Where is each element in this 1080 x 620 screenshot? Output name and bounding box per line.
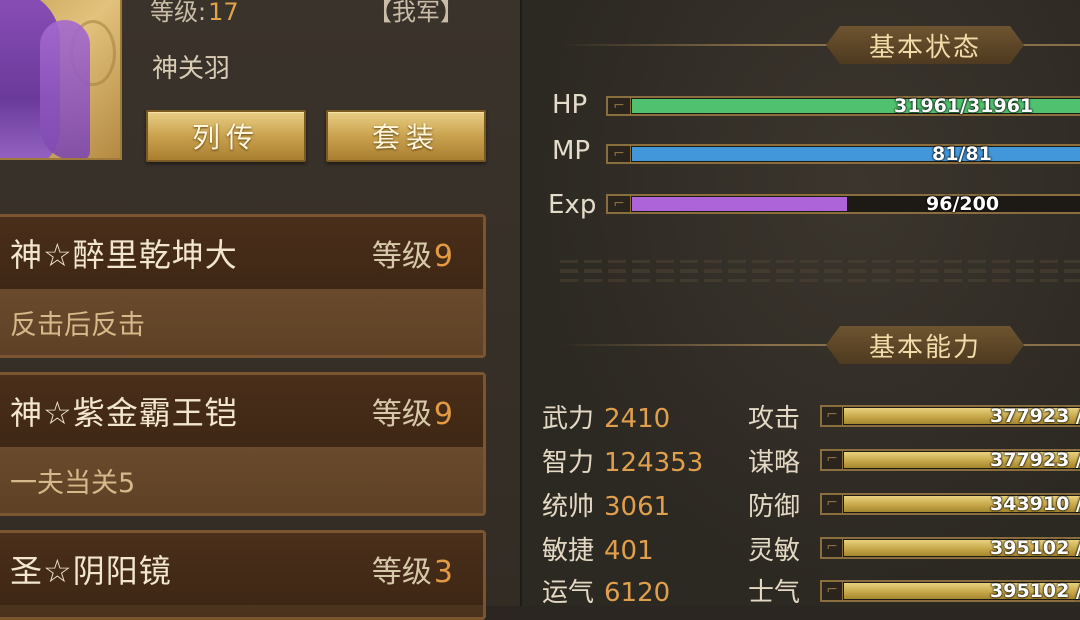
hp-label: HP: [552, 90, 588, 120]
bar-cap-icon: ⌐: [608, 146, 631, 162]
combat-agility-value: 395102 /: [990, 537, 1080, 559]
equipment-effect: 反击后反击: [0, 289, 483, 355]
exp-bar-fill: [632, 197, 847, 211]
hero-panel: 等级:17 【我军】 神关羽 列传 套装 神☆醉里乾坤大 等级9 反击后反击 神…: [0, 0, 520, 620]
hero-level-value: 17: [208, 0, 239, 26]
equipment-card-2[interactable]: 神☆紫金霸王铠 等级9 一夫当关5: [0, 372, 486, 516]
equipment-effect: 一夫当关5: [0, 447, 483, 513]
equipment-name: 圣☆阴阳镜: [10, 552, 172, 590]
portrait-hair-highlight: [40, 20, 90, 158]
meander-divider: [560, 260, 1080, 282]
combat-agility-bar: ⌐ 395102 /: [820, 537, 1080, 559]
attribute-name: 武力: [542, 404, 595, 434]
attribute-name: 智力: [542, 448, 595, 478]
attribute-value: 6120: [604, 578, 671, 608]
hp-value: 31961/31961: [894, 95, 1034, 117]
attribute-intelligence: 智力 124353: [542, 442, 703, 479]
mp-bar: ⌐ 81/81: [606, 143, 1080, 165]
equipment-header: 圣☆阴阳镜 等级3: [0, 533, 483, 605]
exp-value: 96/200: [926, 193, 1000, 215]
exp-label: Exp: [548, 190, 597, 220]
combat-agility-label: 灵敏: [748, 536, 801, 566]
equipment-level-label: 等级: [371, 397, 432, 432]
hero-faction: 【我军】: [368, 0, 464, 26]
attribute-value: 124353: [604, 448, 704, 478]
basic-ability-title: 基本能力: [826, 326, 1024, 364]
biography-button[interactable]: 列传: [146, 110, 306, 162]
attribute-value: 401: [604, 536, 654, 566]
attribute-name: 敏捷: [542, 536, 595, 566]
combat-attack-label: 攻击: [748, 404, 801, 434]
equipment-level: 等级3: [372, 547, 453, 591]
equipment-card-1[interactable]: 神☆醉里乾坤大 等级9 反击后反击: [0, 214, 486, 358]
hero-level-label: 等级:: [150, 0, 207, 26]
bar-cap-icon: ⌐: [822, 582, 843, 600]
attribute-name: 统帅: [542, 492, 595, 522]
equipment-level-label: 等级: [371, 239, 432, 274]
attribute-value: 3061: [604, 492, 671, 522]
combat-strategy-label: 谋略: [748, 448, 801, 478]
bar-cap-icon: ⌐: [822, 451, 843, 469]
attribute-strength: 武力 2410: [542, 398, 670, 435]
combat-morale-label: 士气: [748, 578, 801, 608]
hero-portrait[interactable]: [0, 0, 122, 160]
combat-defense-label: 防御: [748, 492, 801, 522]
attribute-luck: 运气 6120: [542, 572, 670, 609]
equipment-level-value: 3: [433, 555, 453, 590]
combat-strategy-value: 377923 /: [990, 449, 1080, 471]
attribute-agility: 敏捷 401: [542, 530, 654, 567]
mp-value: 81/81: [932, 143, 992, 165]
hp-bar: ⌐ 31961/31961: [606, 95, 1080, 117]
combat-strategy-bar: ⌐ 377923 /: [820, 449, 1080, 471]
combat-morale-value: 395102 /: [990, 580, 1080, 602]
equipment-level: 等级9: [372, 389, 453, 433]
equipment-level: 等级9: [372, 231, 453, 275]
bar-cap-icon: ⌐: [822, 407, 843, 425]
attribute-value: 2410: [604, 404, 671, 434]
combat-defense-bar: ⌐ 343910 /: [820, 493, 1080, 515]
bar-cap-icon: ⌐: [822, 495, 843, 513]
equipment-name: 神☆醉里乾坤大: [10, 236, 238, 274]
attribute-name: 运气: [542, 578, 595, 608]
bar-cap-icon: ⌐: [608, 98, 631, 114]
equipment-card-3[interactable]: 圣☆阴阳镜 等级3: [0, 530, 486, 620]
mp-label: MP: [552, 136, 591, 166]
bar-cap-icon: ⌐: [608, 196, 631, 212]
hero-level: 等级:17: [150, 0, 239, 27]
suit-button[interactable]: 套装: [326, 110, 486, 162]
bar-cap-icon: ⌐: [822, 539, 843, 557]
exp-bar: ⌐ 96/200: [606, 193, 1080, 215]
hero-name: 神关羽: [152, 54, 231, 84]
basic-status-title: 基本状态: [826, 26, 1024, 64]
combat-morale-bar: ⌐ 395102 /: [820, 580, 1080, 602]
combat-attack-bar: ⌐ 377923 /: [820, 405, 1080, 427]
combat-attack-value: 377923 /: [990, 405, 1080, 427]
equipment-name: 神☆紫金霸王铠: [10, 394, 238, 432]
equipment-header: 神☆紫金霸王铠 等级9: [0, 375, 483, 447]
equipment-level-label: 等级: [371, 555, 432, 590]
combat-defense-value: 343910 /: [990, 493, 1080, 515]
attribute-command: 统帅 3061: [542, 486, 670, 523]
equipment-header: 神☆醉里乾坤大 等级9: [0, 217, 483, 289]
equipment-level-value: 9: [433, 397, 453, 432]
equipment-level-value: 9: [433, 239, 453, 274]
